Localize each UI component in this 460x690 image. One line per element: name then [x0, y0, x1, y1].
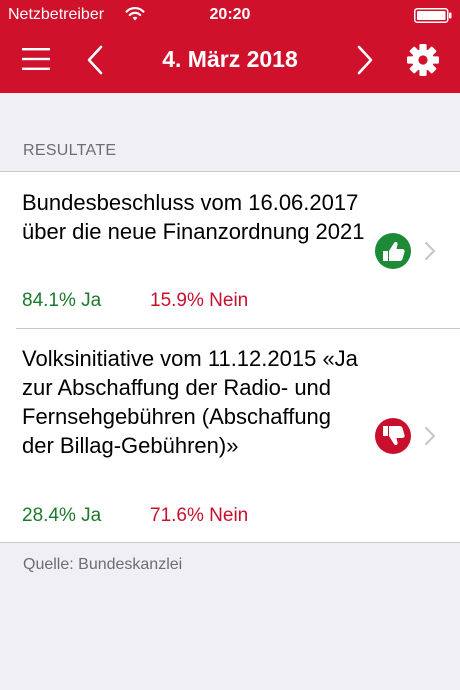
result-title: Bundesbeschluss vom 16.06.2017 über die …	[22, 190, 365, 244]
chevron-left-icon[interactable]	[84, 44, 106, 76]
chevron-right-icon	[424, 241, 436, 261]
chevron-right-icon	[424, 426, 436, 446]
thumbs-up-icon	[375, 233, 411, 269]
thumbs-down-icon	[375, 418, 411, 454]
result-row[interactable]: Volksinitiative vom 11.12.2015 «Ja zur A…	[0, 328, 460, 543]
result-title: Volksinitiative vom 11.12.2015 «Ja zur A…	[22, 346, 358, 458]
section-header-results: RESULTATE	[23, 142, 117, 159]
top-bar: Netzbetreiber 20:20 4. März 2018	[0, 0, 460, 93]
hamburger-menu-icon[interactable]	[20, 46, 52, 72]
status-time: 20:20	[209, 6, 251, 23]
chevron-right-icon[interactable]	[354, 44, 376, 76]
battery-icon	[414, 8, 452, 23]
result-row[interactable]: Bundesbeschluss vom 16.06.2017 über die …	[0, 172, 460, 328]
no-percentage: 71.6% Nein	[150, 505, 249, 526]
results-list: Bundesbeschluss vom 16.06.2017 über die …	[0, 171, 460, 543]
gear-icon[interactable]	[406, 43, 440, 77]
page-title: 4. März 2018	[162, 46, 298, 72]
yes-percentage: 28.4% Ja	[22, 505, 102, 526]
source-note: Quelle: Bundeskanzlei	[23, 556, 183, 573]
yes-percentage: 84.1% Ja	[22, 290, 102, 311]
status-bar: Netzbetreiber 20:20	[0, 0, 460, 30]
navigation-bar: 4. März 2018	[0, 30, 460, 93]
no-percentage: 15.9% Nein	[150, 290, 249, 311]
